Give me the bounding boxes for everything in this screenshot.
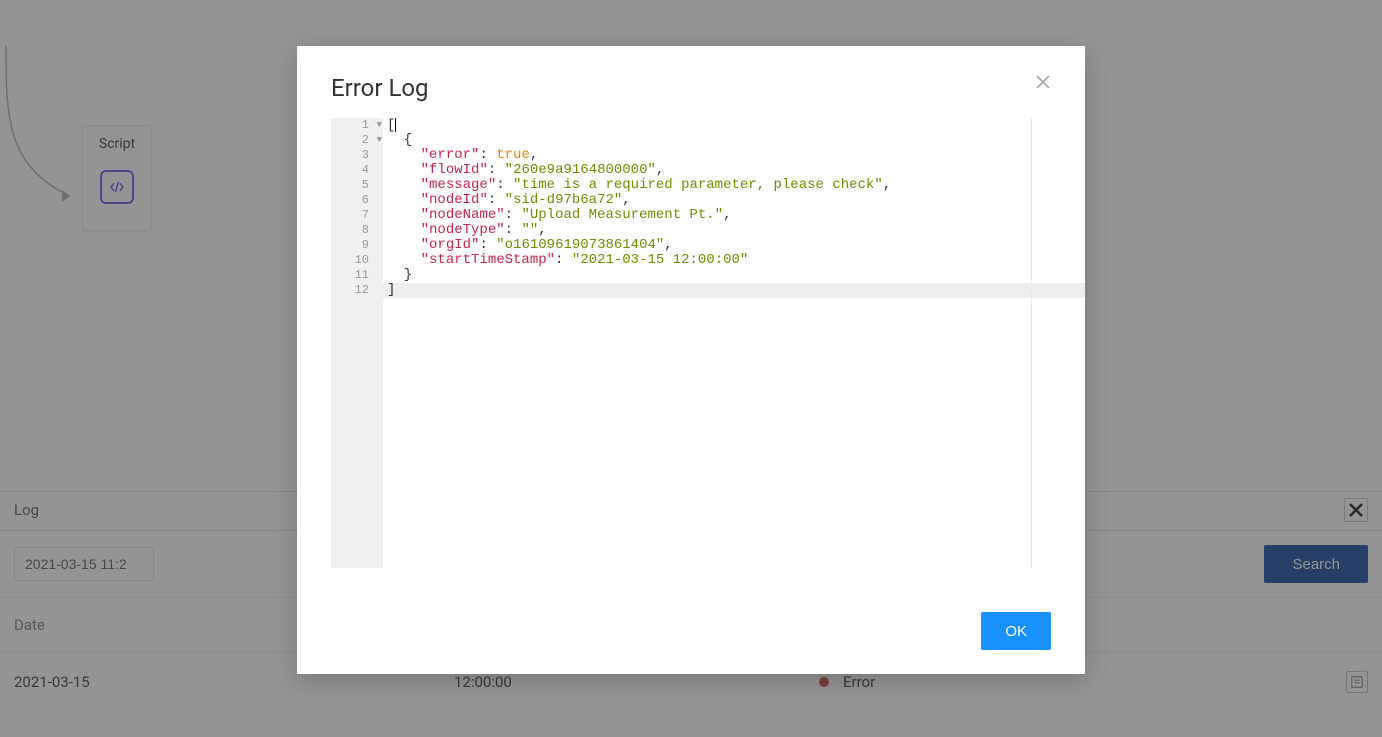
close-icon: [1035, 74, 1051, 90]
dialog-footer: OK: [297, 594, 1085, 674]
dialog-close-button[interactable]: [1035, 74, 1051, 94]
dialog-title: Error Log: [331, 74, 429, 102]
ok-button[interactable]: OK: [981, 612, 1051, 650]
dialog-body: 1▼ 2▼ 3 4 5 6 7 8 9 10 11 12 [ { "error"…: [297, 108, 1085, 594]
fold-icon[interactable]: ▼: [377, 118, 382, 133]
fold-icon[interactable]: ▼: [377, 133, 382, 148]
json-viewer[interactable]: 1▼ 2▼ 3 4 5 6 7 8 9 10 11 12 [ { "error"…: [331, 118, 991, 568]
dialog-header: Error Log: [297, 46, 1085, 108]
modal-overlay[interactable]: Error Log 1▼ 2▼ 3 4 5 6 7 8 9 10 11: [0, 0, 1382, 737]
code-area: [ { "error": true, "flowId": "260e9a9164…: [383, 118, 991, 568]
error-log-dialog: Error Log 1▼ 2▼ 3 4 5 6 7 8 9 10 11: [297, 46, 1085, 674]
gutter: 1▼ 2▼ 3 4 5 6 7 8 9 10 11 12: [331, 118, 383, 568]
ruler: [1031, 118, 1032, 568]
